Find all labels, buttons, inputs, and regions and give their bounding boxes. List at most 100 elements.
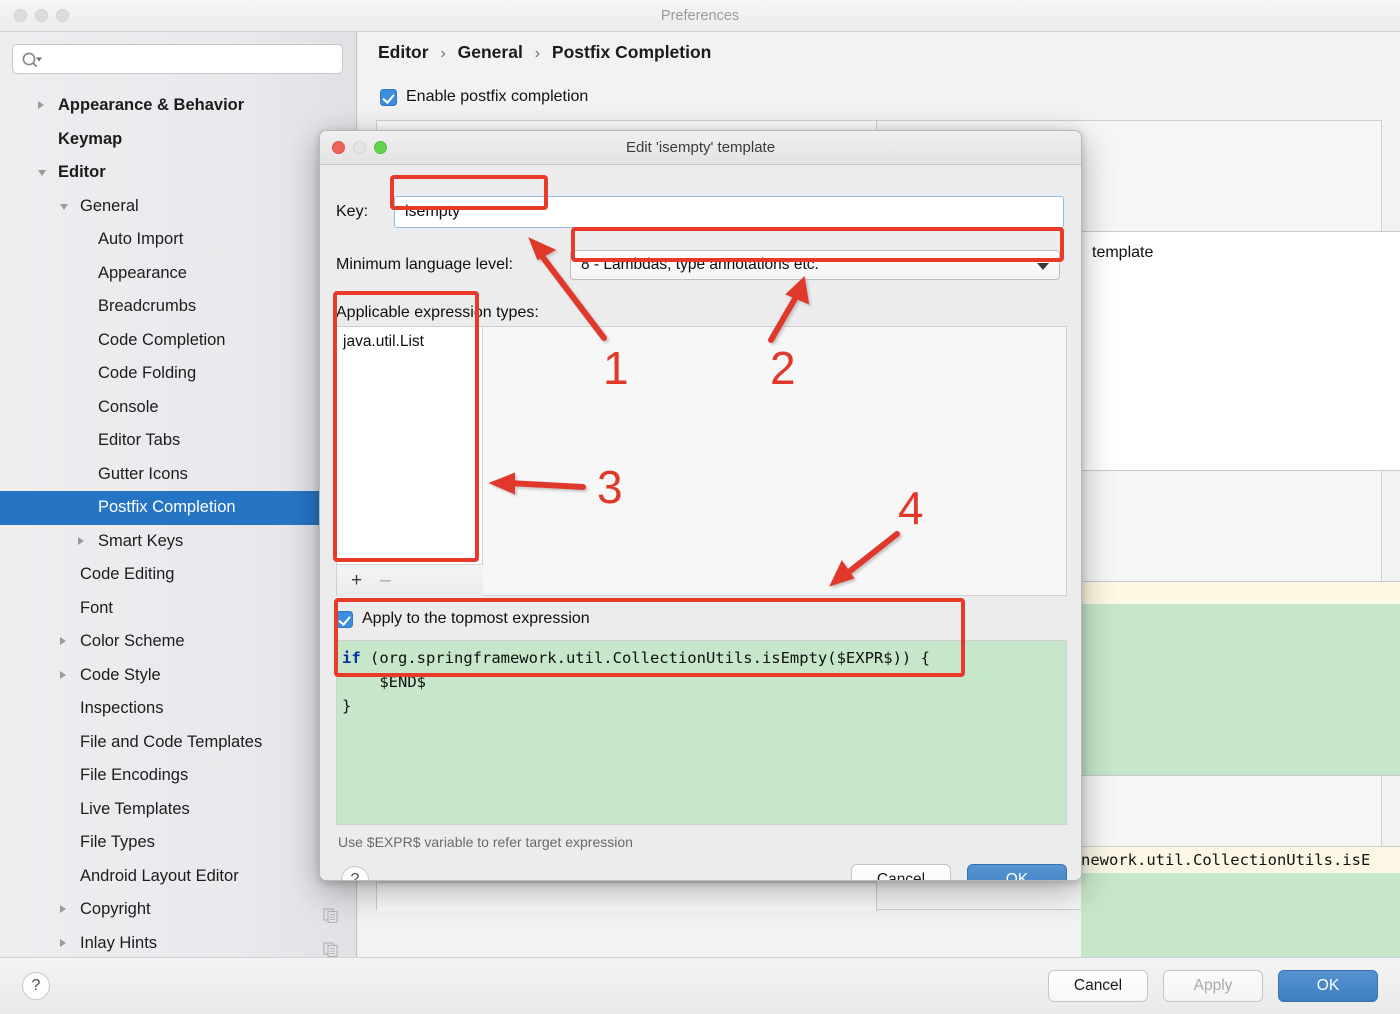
dialog-maximize-button[interactable] [374, 141, 387, 154]
sidebar-item-code-completion[interactable]: Code Completion [0, 324, 356, 358]
minimum-language-level-combobox[interactable]: 8 - Lambdas, type annotations etc. [570, 250, 1060, 280]
sidebar-item-font[interactable]: Font [0, 592, 356, 626]
list-item[interactable]: java.util.List [337, 327, 482, 351]
sidebar-item-copyright[interactable]: Copyright [0, 893, 356, 927]
dialog-minimize-button [353, 141, 366, 154]
preview-code-line: nework.util.CollectionUtils.isE [1081, 847, 1400, 873]
sidebar-item-code-folding[interactable]: Code Folding [0, 357, 356, 391]
applicable-expression-types-list[interactable]: java.util.List [337, 327, 483, 564]
cancel-button[interactable]: Cancel [1048, 970, 1148, 1002]
sidebar-item-smart-keys[interactable]: Smart Keys [0, 525, 356, 559]
dialog-cancel-button[interactable]: Cancel [851, 864, 951, 880]
sidebar-item-label: Code Completion [98, 330, 226, 349]
sidebar-item-live-templates[interactable]: Live Templates [0, 793, 356, 827]
sidebar-item-label: Console [98, 397, 159, 416]
expression-types-toolbar: + – [337, 564, 483, 596]
template-code-editor[interactable]: if (org.springframework.util.CollectionU… [336, 640, 1067, 825]
search-icon [21, 51, 43, 74]
sidebar-item-label: Code Folding [98, 364, 197, 382]
applicable-expression-types-panel: java.util.List + – [336, 326, 1067, 596]
minimum-language-level-value: 8 - Lambdas, type annotations etc. [581, 256, 819, 273]
sidebar-item-label: File Types [80, 833, 155, 851]
sidebar-item-code-style[interactable]: Code Style [0, 659, 356, 693]
sidebar-item-android-layout-editor[interactable]: Android Layout Editor [0, 860, 356, 894]
settings-tree: Appearance & Behavior Keymap Editor General… [0, 89, 356, 958]
sidebar-item-editor-tabs[interactable]: Editor Tabs [0, 424, 356, 458]
sidebar-item-code-editing[interactable]: Code Editing [0, 558, 356, 592]
sidebar-item-label: Keymap [58, 129, 123, 148]
sidebar-item-label: Copyright [80, 900, 151, 918]
chevron-right-icon[interactable] [60, 905, 66, 913]
dialog-help-button[interactable]: ? [341, 866, 369, 880]
sidebar-item-label: File and Code Templates [80, 732, 263, 751]
sidebar-item-color-scheme[interactable]: Color Scheme [0, 625, 356, 659]
sidebar-item-gutter-icons[interactable]: Gutter Icons [0, 458, 356, 492]
code-line-3: } [342, 697, 352, 715]
sidebar-item-label: Color Scheme [80, 632, 185, 650]
ok-button[interactable]: OK [1278, 970, 1378, 1002]
sidebar-item-label: Breadcrumbs [98, 297, 197, 315]
sidebar-item-label: Appearance & Behavior [58, 96, 245, 114]
chevron-right-icon[interactable] [60, 938, 66, 947]
sidebar-item-label: Font [80, 598, 114, 617]
sidebar-item-console[interactable]: Console [0, 391, 356, 425]
breadcrumb-separator-1: › [440, 45, 446, 62]
sidebar-item-label: Auto Import [98, 230, 184, 248]
breadcrumb: Editor › General › Postfix Completion [378, 42, 711, 63]
sidebar-item-label: General [80, 196, 139, 215]
sidebar-item-appearance-behavior[interactable]: Appearance & Behavior [0, 89, 356, 123]
window-titlebar: Preferences [0, 0, 1400, 32]
chevron-right-icon[interactable] [38, 101, 44, 109]
breadcrumb-item-postfix-completion[interactable]: Postfix Completion [552, 42, 711, 62]
edit-template-dialog: Edit 'isempty' template Key: isempty Min… [319, 130, 1082, 881]
dialog-close-button[interactable] [332, 141, 345, 154]
sidebar-item-label: Code Editing [80, 565, 175, 583]
sidebar-item-inlay-hints[interactable]: Inlay Hints [0, 927, 356, 958]
code-line-2: $END$ [342, 673, 426, 691]
sidebar-item-breadcrumbs[interactable]: Breadcrumbs [0, 290, 356, 324]
apply-topmost-label: Apply to the topmost expression [362, 610, 590, 627]
sidebar-item-label: Inspections [80, 699, 164, 717]
sidebar-item-label: Code Style [80, 665, 161, 684]
apply-topmost-checkbox[interactable]: Apply to the topmost expression [336, 610, 590, 628]
chevron-down-icon[interactable] [60, 203, 68, 210]
search-input[interactable] [47, 45, 337, 73]
sidebar-item-label: Gutter Icons [98, 464, 188, 483]
search-box[interactable] [12, 44, 343, 74]
sidebar-item-file-and-code-templates[interactable]: File and Code Templates [0, 726, 356, 760]
dialog-traffic-lights[interactable] [332, 141, 387, 154]
enable-postfix-completion-label: Enable postfix completion [406, 88, 589, 105]
breadcrumb-separator-2: › [534, 45, 541, 62]
code-line-1-rest: (org.springframework.util.CollectionUtil… [360, 649, 930, 667]
chevron-right-icon[interactable] [60, 670, 66, 679]
dialog-buttons: Cancel OK [851, 864, 1067, 880]
key-row: Key: isempty [336, 196, 1064, 228]
sidebar-item-editor[interactable]: Editor [0, 156, 356, 190]
help-button[interactable]: ? [22, 972, 50, 1000]
sidebar-item-general[interactable]: General [0, 190, 356, 224]
remove-expression-type-button[interactable]: – [380, 571, 391, 590]
enable-postfix-completion-checkbox[interactable]: Enable postfix completion [380, 88, 588, 106]
sidebar-item-file-types[interactable]: File Types [0, 826, 356, 860]
sidebar-item-appearance[interactable]: Appearance [0, 257, 356, 291]
chevron-down-icon[interactable] [38, 170, 46, 176]
checkbox-checked-icon [336, 610, 353, 628]
key-input[interactable]: isempty [394, 196, 1064, 228]
chevron-down-icon [1037, 263, 1049, 270]
chevron-right-icon[interactable] [60, 637, 66, 645]
minimum-language-level-label: Minimum language level: [336, 256, 513, 273]
template-preview-text: template [1092, 244, 1154, 261]
sidebar-item-keymap[interactable]: Keymap [0, 123, 356, 157]
sidebar-item-postfix-completion[interactable]: Postfix Completion [0, 491, 356, 525]
add-expression-type-button[interactable]: + [351, 571, 362, 590]
sidebar-item-inspections[interactable]: Inspections [0, 692, 356, 726]
sidebar-item-auto-import[interactable]: Auto Import [0, 223, 356, 257]
breadcrumb-item-editor[interactable]: Editor [378, 42, 429, 62]
breadcrumb-item-general[interactable]: General [458, 42, 523, 62]
duplicate-icon[interactable] [323, 936, 339, 958]
key-label: Key: [336, 203, 369, 220]
chevron-right-icon[interactable] [78, 536, 84, 545]
apply-button[interactable]: Apply [1163, 970, 1263, 1002]
sidebar-item-file-encodings[interactable]: File Encodings [0, 759, 356, 793]
dialog-ok-button[interactable]: OK [967, 864, 1067, 880]
